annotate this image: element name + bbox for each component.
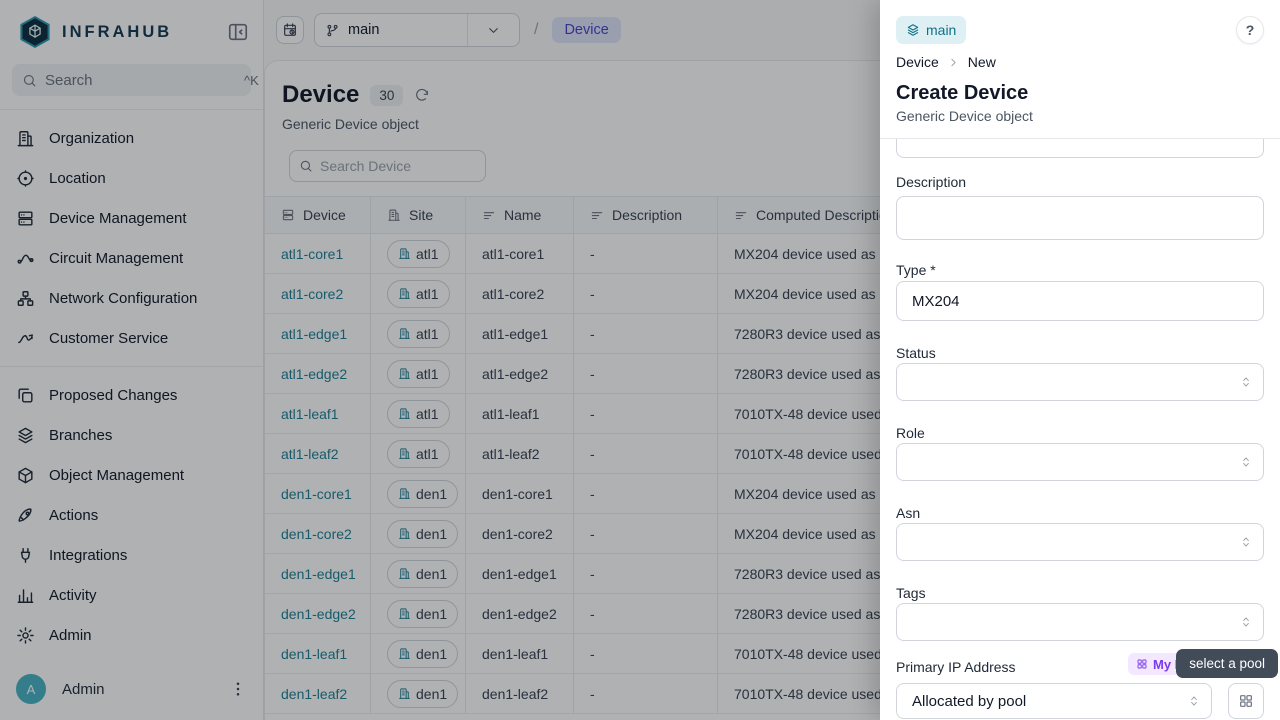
layers-icon [906, 23, 920, 37]
select-field[interactable] [896, 363, 1264, 401]
type-label: Type * [896, 262, 1264, 278]
breadcrumb-current: New [968, 54, 996, 70]
create-device-form: Description Type * MX204 Status Role [880, 139, 1280, 719]
grid-icon [1238, 693, 1254, 709]
ip-allocation-value: Allocated by pool [912, 693, 1026, 710]
unfold-chevrons-icon [1187, 694, 1201, 708]
select-a-pool-tooltip: select a pool [1176, 649, 1278, 678]
chevron-right-icon [947, 56, 960, 69]
help-button[interactable]: ? [1236, 16, 1264, 44]
unfold-chevrons-icon [1239, 535, 1253, 549]
breadcrumb-root[interactable]: Device [896, 54, 939, 70]
field-label: Role [896, 425, 1264, 441]
select-pool-button[interactable] [1228, 683, 1264, 719]
type-value: MX204 [912, 293, 960, 310]
field-label: Tags [896, 585, 1264, 601]
field-label: Asn [896, 505, 1264, 521]
unfold-chevrons-icon [1239, 455, 1253, 469]
drawer-subtitle: Generic Device object [896, 108, 1264, 124]
primary-ip-label: Primary IP Address [896, 659, 1016, 675]
grid-icon [1136, 658, 1148, 670]
drawer-breadcrumb: Device New [896, 54, 1264, 70]
drawer-branch-name: main [926, 22, 956, 38]
select-field[interactable] [896, 523, 1264, 561]
description-textarea[interactable] [896, 196, 1264, 240]
ip-allocation-select[interactable]: Allocated by pool [896, 683, 1212, 719]
description-label: Description [896, 174, 1264, 190]
clipped-name-field[interactable] [896, 139, 1264, 158]
unfold-chevrons-icon [1239, 615, 1253, 629]
field-label: Status [896, 345, 1264, 361]
select-fields: Status Role [896, 345, 1264, 641]
create-device-drawer: main ? Device New Create Device Generic … [880, 0, 1280, 720]
select-field[interactable] [896, 603, 1264, 641]
drawer-branch-badge: main [896, 16, 966, 44]
drawer-title: Create Device [896, 82, 1264, 105]
select-field[interactable] [896, 443, 1264, 481]
unfold-chevrons-icon [1239, 375, 1253, 389]
type-input[interactable]: MX204 [896, 281, 1264, 321]
